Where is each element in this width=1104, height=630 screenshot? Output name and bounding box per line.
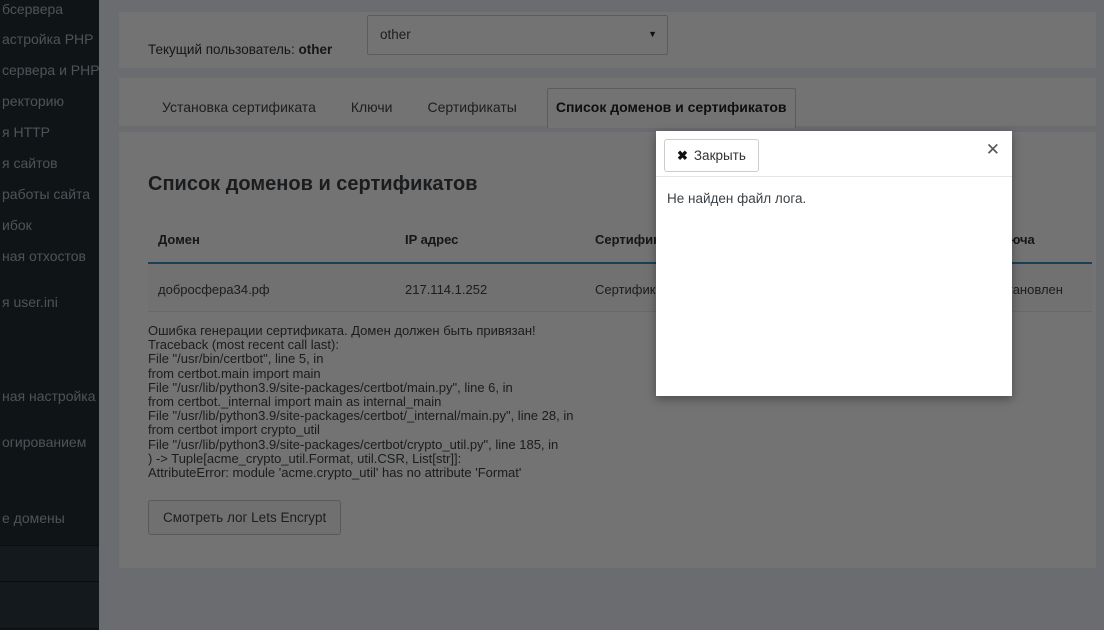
modal-header: ✖ Закрыть ✕ — [656, 131, 1012, 177]
modal-close-button-label: Закрыть — [694, 148, 746, 163]
log-modal: ✖ Закрыть ✕ Не найден файл лога. — [656, 131, 1012, 396]
modal-body-text: Не найден файл лога. — [656, 177, 1012, 220]
modal-close-button[interactable]: ✖ Закрыть — [664, 139, 759, 172]
close-icon: ✖ — [677, 148, 688, 164]
modal-corner-close-icon[interactable]: ✕ — [986, 141, 1000, 158]
